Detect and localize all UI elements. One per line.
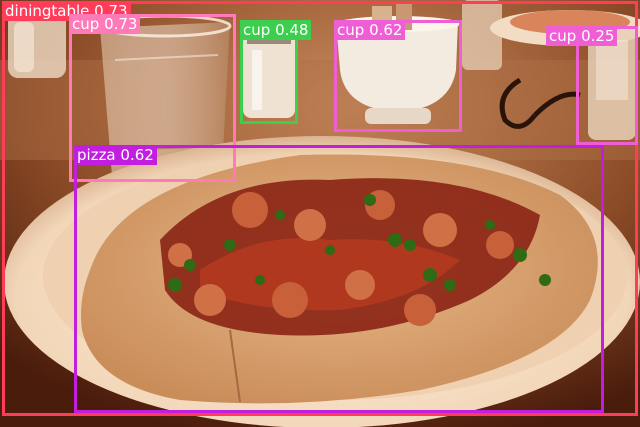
detection-label-cup-candle: cup 0.25	[546, 26, 618, 46]
detection-label-cup-bowl: cup 0.62	[334, 20, 406, 40]
detection-box-cup-bowl: cup 0.62	[334, 20, 462, 132]
detection-box-cup-candle: cup 0.25	[546, 26, 638, 145]
detection-box-pizza: pizza 0.62	[74, 145, 604, 413]
detection-box-cup-shaker: cup 0.48	[240, 20, 312, 124]
detection-image: diningtable 0.73 cup 0.73 cup 0.48 cup 0…	[0, 0, 640, 427]
detection-label-pizza: pizza 0.62	[74, 145, 157, 165]
detection-label-cup-shaker: cup 0.48	[240, 20, 312, 40]
detection-label-cup-glass: cup 0.73	[69, 14, 141, 34]
